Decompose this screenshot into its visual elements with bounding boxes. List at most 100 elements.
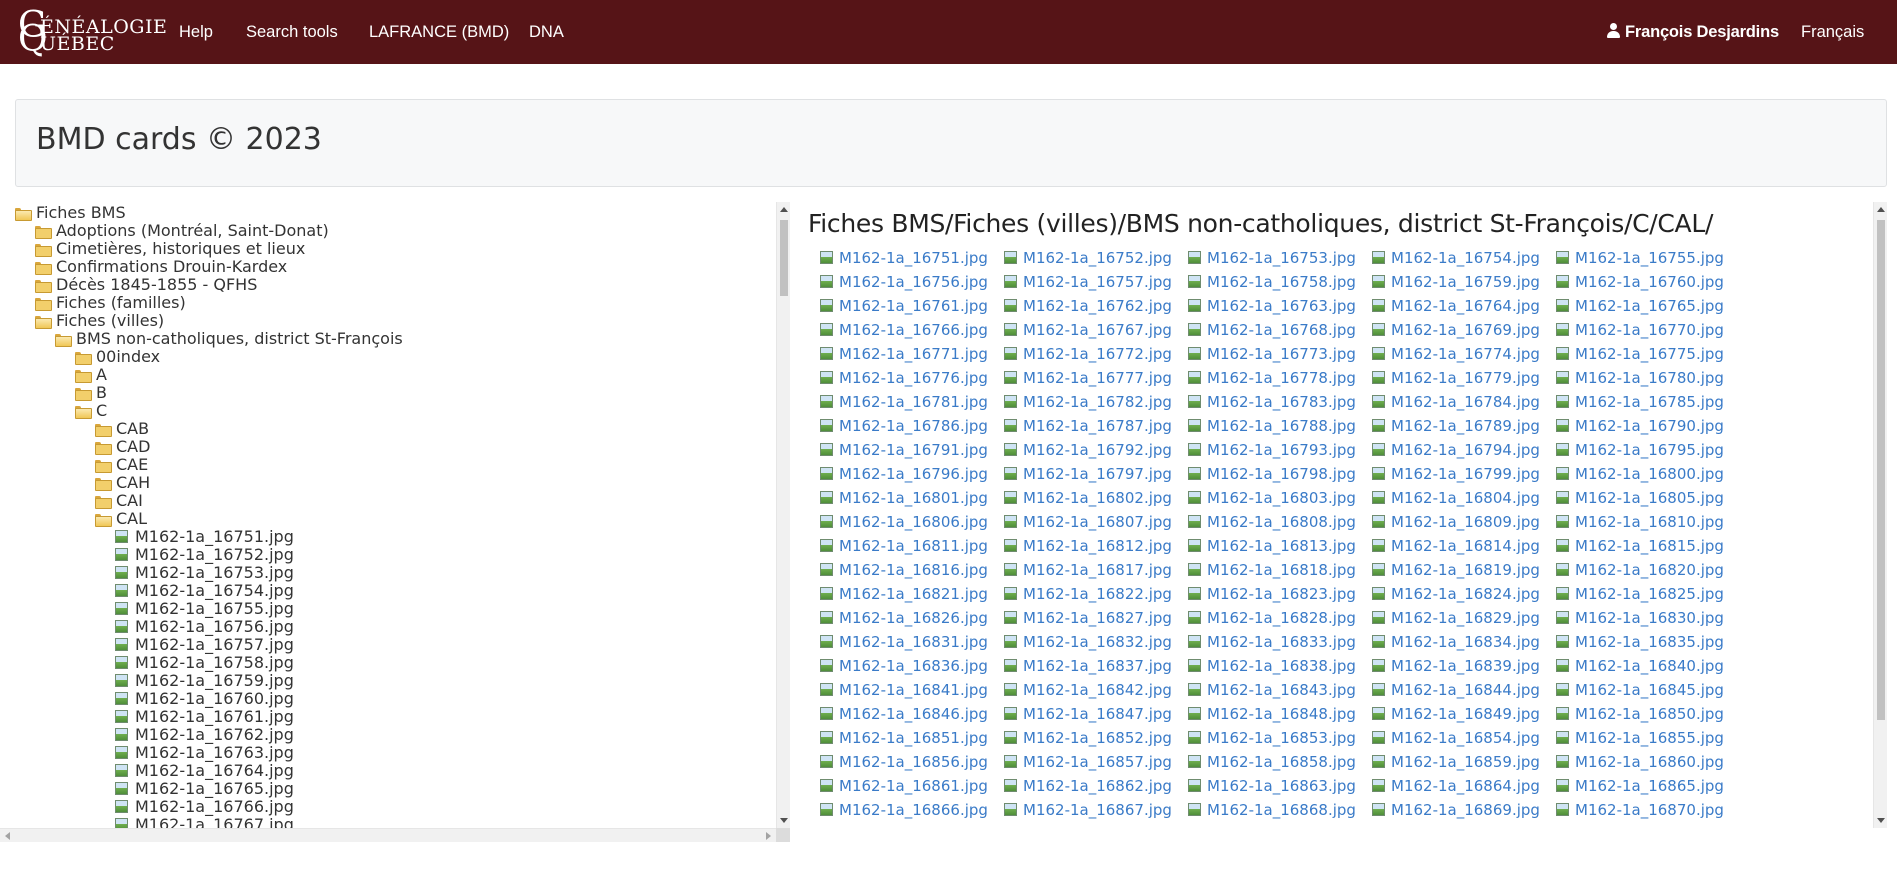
file-link[interactable]: M162-1a_16866.jpg	[820, 801, 988, 819]
file-link[interactable]: M162-1a_16756.jpg	[820, 273, 988, 291]
file-link[interactable]: M162-1a_16828.jpg	[1188, 609, 1356, 627]
file-link[interactable]: M162-1a_16779.jpg	[1372, 369, 1540, 387]
file-link[interactable]: M162-1a_16817.jpg	[1004, 561, 1172, 579]
file-link[interactable]: M162-1a_16792.jpg	[1004, 441, 1172, 459]
file-link[interactable]: M162-1a_16771.jpg	[820, 345, 988, 363]
file-link[interactable]: M162-1a_16837.jpg	[1004, 657, 1172, 675]
tree-folder[interactable]: CAL	[95, 510, 147, 528]
file-link[interactable]: M162-1a_16751.jpg	[820, 249, 988, 267]
file-link[interactable]: M162-1a_16787.jpg	[1004, 417, 1172, 435]
file-link[interactable]: M162-1a_16857.jpg	[1004, 753, 1172, 771]
file-link[interactable]: M162-1a_16868.jpg	[1188, 801, 1356, 819]
file-link[interactable]: M162-1a_16789.jpg	[1372, 417, 1540, 435]
language-switch[interactable]: Français	[1801, 22, 1864, 42]
file-link[interactable]: M162-1a_16860.jpg	[1556, 753, 1724, 771]
file-link[interactable]: M162-1a_16803.jpg	[1188, 489, 1356, 507]
file-link[interactable]: M162-1a_16766.jpg	[820, 321, 988, 339]
files-vertical-scrollbar[interactable]	[1873, 202, 1887, 828]
nav-dna[interactable]: DNA	[529, 22, 564, 42]
file-link[interactable]: M162-1a_16785.jpg	[1556, 393, 1724, 411]
file-link[interactable]: M162-1a_16845.jpg	[1556, 681, 1724, 699]
file-link[interactable]: M162-1a_16798.jpg	[1188, 465, 1356, 483]
tree-root-fiches-bms[interactable]: Fiches BMS	[15, 204, 126, 222]
file-link[interactable]: M162-1a_16805.jpg	[1556, 489, 1724, 507]
file-link[interactable]: M162-1a_16786.jpg	[820, 417, 988, 435]
file-link[interactable]: M162-1a_16797.jpg	[1004, 465, 1172, 483]
file-link[interactable]: M162-1a_16799.jpg	[1372, 465, 1540, 483]
file-link[interactable]: M162-1a_16802.jpg	[1004, 489, 1172, 507]
file-link[interactable]: M162-1a_16763.jpg	[1188, 297, 1356, 315]
file-link[interactable]: M162-1a_16820.jpg	[1556, 561, 1724, 579]
file-link[interactable]: M162-1a_16858.jpg	[1188, 753, 1356, 771]
tree-file[interactable]: M162-1a_16760.jpg	[115, 690, 294, 708]
file-link[interactable]: M162-1a_16838.jpg	[1188, 657, 1356, 675]
file-link[interactable]: M162-1a_16819.jpg	[1372, 561, 1540, 579]
files-scroll-thumb[interactable]	[1877, 220, 1885, 720]
file-link[interactable]: M162-1a_16765.jpg	[1556, 297, 1724, 315]
scroll-left-arrow-icon[interactable]	[5, 832, 10, 840]
tree-folder[interactable]: Fiches (familles)	[35, 294, 186, 312]
tree-file[interactable]: M162-1a_16759.jpg	[115, 672, 294, 690]
file-link[interactable]: M162-1a_16810.jpg	[1556, 513, 1724, 531]
nav-help[interactable]: Help	[179, 22, 213, 42]
file-link[interactable]: M162-1a_16768.jpg	[1188, 321, 1356, 339]
tree-folder[interactable]: CAH	[95, 474, 150, 492]
file-link[interactable]: M162-1a_16770.jpg	[1556, 321, 1724, 339]
tree-folder[interactable]: Décès 1845-1855 - QFHS	[35, 276, 257, 294]
file-link[interactable]: M162-1a_16840.jpg	[1556, 657, 1724, 675]
file-link[interactable]: M162-1a_16849.jpg	[1372, 705, 1540, 723]
tree-file[interactable]: M162-1a_16753.jpg	[115, 564, 294, 582]
file-link[interactable]: M162-1a_16855.jpg	[1556, 729, 1724, 747]
file-link[interactable]: M162-1a_16829.jpg	[1372, 609, 1540, 627]
tree-file[interactable]: M162-1a_16767.jpg	[115, 816, 294, 828]
tree-horizontal-scrollbar[interactable]	[0, 828, 776, 842]
tree-folder-district[interactable]: BMS non-catholiques, district St-Françoi…	[55, 330, 403, 348]
file-link[interactable]: M162-1a_16806.jpg	[820, 513, 988, 531]
tree-file[interactable]: M162-1a_16761.jpg	[115, 708, 294, 726]
file-link[interactable]: M162-1a_16782.jpg	[1004, 393, 1172, 411]
file-link[interactable]: M162-1a_16830.jpg	[1556, 609, 1724, 627]
scroll-up-arrow-icon[interactable]	[1877, 207, 1885, 212]
file-link[interactable]: M162-1a_16761.jpg	[820, 297, 988, 315]
tree-folder[interactable]: C	[75, 402, 107, 420]
file-link[interactable]: M162-1a_16850.jpg	[1556, 705, 1724, 723]
file-link[interactable]: M162-1a_16769.jpg	[1372, 321, 1540, 339]
tree-folder[interactable]: CAE	[95, 456, 148, 474]
file-link[interactable]: M162-1a_16861.jpg	[820, 777, 988, 795]
file-link[interactable]: M162-1a_16758.jpg	[1188, 273, 1356, 291]
file-link[interactable]: M162-1a_16856.jpg	[820, 753, 988, 771]
tree-folder[interactable]: B	[75, 384, 107, 402]
file-link[interactable]: M162-1a_16776.jpg	[820, 369, 988, 387]
file-link[interactable]: M162-1a_16844.jpg	[1372, 681, 1540, 699]
file-link[interactable]: M162-1a_16764.jpg	[1372, 297, 1540, 315]
file-link[interactable]: M162-1a_16788.jpg	[1188, 417, 1356, 435]
file-link[interactable]: M162-1a_16839.jpg	[1372, 657, 1540, 675]
tree-scroll-thumb[interactable]	[780, 220, 788, 296]
file-link[interactable]: M162-1a_16862.jpg	[1004, 777, 1172, 795]
tree-folder[interactable]: CAD	[95, 438, 150, 456]
file-link[interactable]: M162-1a_16821.jpg	[820, 585, 988, 603]
nav-lafrance-bmd[interactable]: LAFRANCE (BMD)	[369, 22, 509, 42]
scroll-up-arrow-icon[interactable]	[780, 207, 788, 212]
file-link[interactable]: M162-1a_16793.jpg	[1188, 441, 1356, 459]
file-link[interactable]: M162-1a_16831.jpg	[820, 633, 988, 651]
nav-search-tools[interactable]: Search tools	[246, 22, 338, 42]
file-link[interactable]: M162-1a_16833.jpg	[1188, 633, 1356, 651]
tree-file[interactable]: M162-1a_16754.jpg	[115, 582, 294, 600]
tree-file[interactable]: M162-1a_16762.jpg	[115, 726, 294, 744]
file-link[interactable]: M162-1a_16813.jpg	[1188, 537, 1356, 555]
file-link[interactable]: M162-1a_16842.jpg	[1004, 681, 1172, 699]
file-link[interactable]: M162-1a_16835.jpg	[1556, 633, 1724, 651]
tree-folder[interactable]: Adoptions (Montréal, Saint-Donat)	[35, 222, 329, 240]
file-link[interactable]: M162-1a_16822.jpg	[1004, 585, 1172, 603]
tree-file[interactable]: M162-1a_16766.jpg	[115, 798, 294, 816]
tree-file[interactable]: M162-1a_16755.jpg	[115, 600, 294, 618]
tree-file[interactable]: M162-1a_16751.jpg	[115, 528, 294, 546]
file-link[interactable]: M162-1a_16834.jpg	[1372, 633, 1540, 651]
tree-folder[interactable]: A	[75, 366, 107, 384]
file-link[interactable]: M162-1a_16777.jpg	[1004, 369, 1172, 387]
file-link[interactable]: M162-1a_16854.jpg	[1372, 729, 1540, 747]
file-link[interactable]: M162-1a_16752.jpg	[1004, 249, 1172, 267]
file-link[interactable]: M162-1a_16783.jpg	[1188, 393, 1356, 411]
file-link[interactable]: M162-1a_16804.jpg	[1372, 489, 1540, 507]
